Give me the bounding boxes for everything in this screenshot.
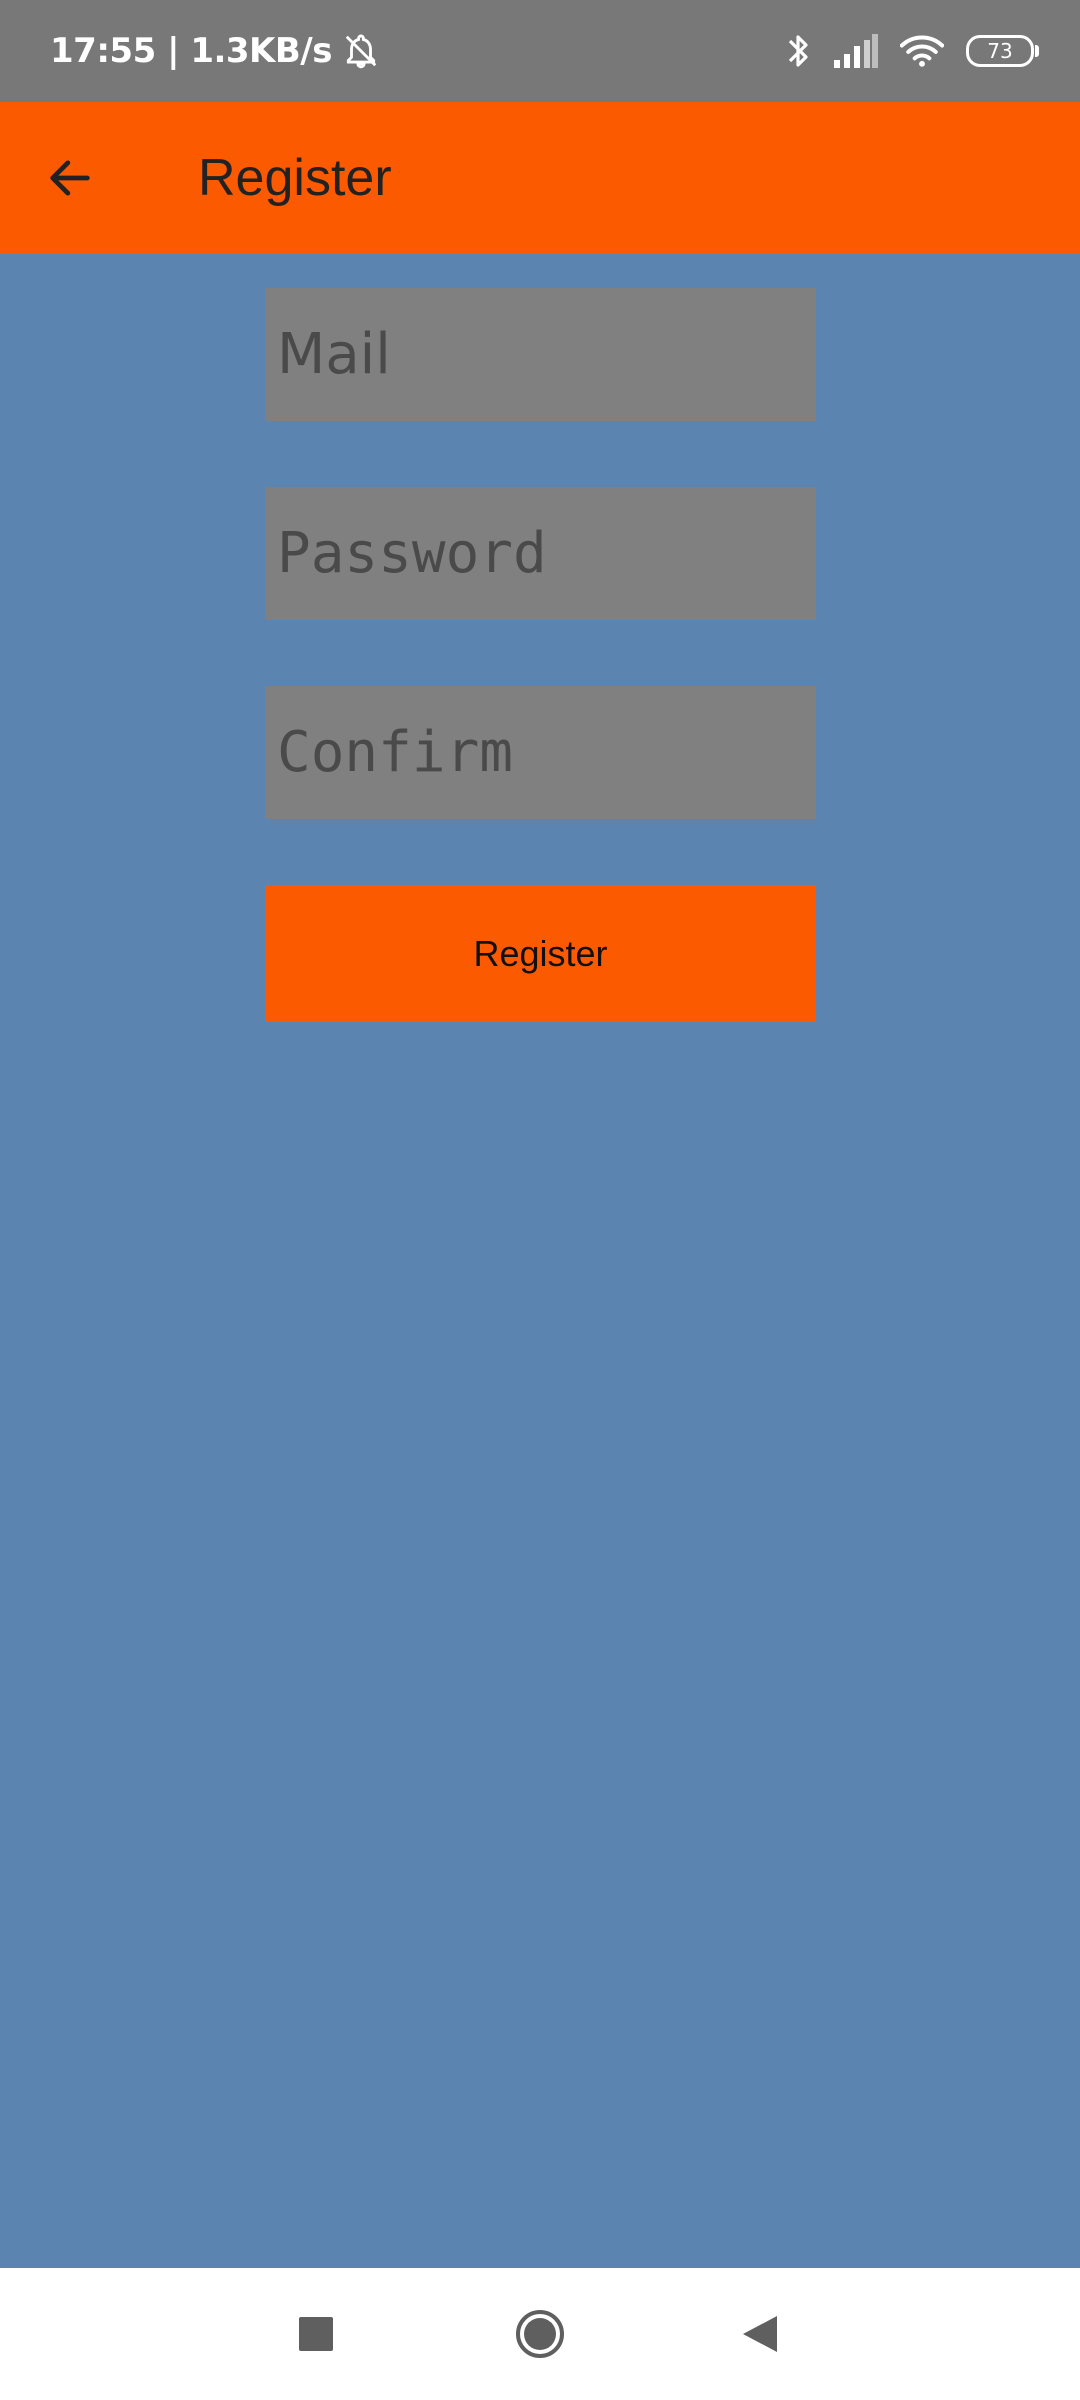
status-left: 17:55 | 1.3KB/s — [50, 0, 380, 102]
back-button[interactable] — [30, 138, 110, 218]
confirm-password-input[interactable] — [277, 686, 816, 819]
status-bar: 17:55 | 1.3KB/s 73 — [0, 0, 1080, 102]
home-button[interactable] — [504, 2298, 576, 2370]
register-button[interactable]: Register — [265, 885, 816, 1022]
system-nav-bar — [0, 2268, 1080, 2400]
password-input[interactable] — [277, 487, 816, 620]
recents-square-icon — [299, 2317, 333, 2351]
home-circle-icon — [516, 2310, 564, 2358]
app-bar: Register — [0, 102, 1080, 254]
status-time-speed: 17:55 | 1.3KB/s — [50, 31, 332, 71]
battery-icon: 73 — [966, 35, 1039, 67]
confirm-field[interactable] — [265, 686, 816, 819]
mail-input[interactable] — [277, 288, 816, 421]
bell-off-icon — [345, 34, 377, 69]
mail-field[interactable] — [265, 288, 816, 421]
bluetooth-icon — [788, 35, 808, 67]
wifi-icon — [900, 35, 944, 67]
status-right: 73 — [786, 0, 1039, 102]
signal-icon — [834, 34, 878, 68]
system-back-button[interactable] — [724, 2298, 796, 2370]
password-field[interactable] — [265, 487, 816, 620]
back-triangle-icon — [743, 2316, 777, 2352]
page-title: Register — [198, 149, 392, 207]
recents-button[interactable] — [280, 2298, 352, 2370]
arrow-left-icon — [50, 160, 90, 196]
register-screen: 17:55 | 1.3KB/s 73 Register Mail Passwor… — [0, 0, 1080, 2400]
battery-level: 73 — [987, 39, 1013, 63]
